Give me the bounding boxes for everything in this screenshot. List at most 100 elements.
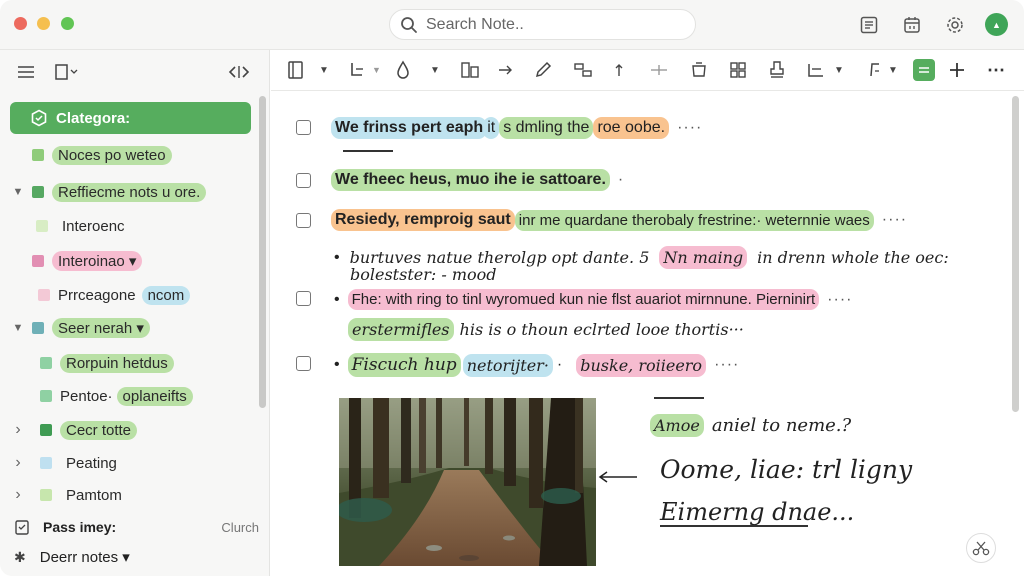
sidebar-item[interactable]: Rorpuin hetdus: [40, 351, 174, 375]
menu-icon[interactable]: [17, 60, 35, 84]
up-arrow-icon[interactable]: [613, 59, 625, 81]
arrow-right-icon[interactable]: [497, 59, 515, 81]
task-line[interactable]: Resiedy, remproig saut inr me quardane t…: [331, 209, 907, 231]
sidebar-item-label: Interoenc: [62, 217, 125, 235]
sidebar-item-label: Cecr totte: [60, 420, 138, 440]
task-checkbox[interactable]: [296, 356, 311, 371]
task-text: Resiedy, remproig saut: [331, 209, 515, 231]
task-line[interactable]: We fheec heus, muo ihe ie sattoare. ·: [331, 169, 624, 191]
chevron-right-icon[interactable]: ›: [12, 454, 24, 472]
close-window-button[interactable]: [14, 17, 27, 30]
deer-notes-row[interactable]: ✱ Deerr notes ▾: [14, 545, 130, 569]
calendar-icon[interactable]: [899, 12, 925, 38]
folder-color-icon: [32, 186, 44, 198]
pass-row[interactable]: Pass imey: Clurch: [14, 515, 259, 539]
title-bar: ▲: [0, 0, 1024, 50]
chevron-down-icon[interactable]: ▼: [430, 59, 440, 81]
task-checkbox[interactable]: [296, 120, 311, 135]
bullet-text: Fiscuch hup: [347, 353, 461, 377]
handwritten-note[interactable]: Eimerng dnae...: [660, 498, 854, 526]
sidebar-item[interactable]: Pentoe· oplaneifts: [40, 384, 193, 408]
handwritten-note[interactable]: Oome, liae: trl ligny: [660, 455, 912, 484]
chevron-down-icon[interactable]: ▼: [834, 59, 844, 81]
highlight-icon[interactable]: [913, 59, 935, 81]
bullet-item[interactable]: • Fhe: with ring to tinl wyromued kun ni…: [334, 289, 852, 310]
bullet-text: bolestster: - mood: [350, 265, 497, 284]
maximize-window-button[interactable]: [61, 17, 74, 30]
sidebar-item-tag: ncom: [141, 285, 191, 305]
bullet-text: erstermifles: [348, 318, 454, 341]
sidebar-item[interactable]: Noces po weteo: [32, 143, 172, 167]
task-line[interactable]: We frinss pert eaph it s dmling the roe …: [331, 117, 702, 139]
forest-path-image[interactable]: [339, 398, 596, 566]
chevron-right-icon[interactable]: ›: [12, 486, 24, 504]
sidebar-scrollbar[interactable]: [259, 96, 266, 408]
search-input[interactable]: [426, 15, 676, 34]
folder-color-icon: [32, 149, 44, 161]
indent-icon[interactable]: [348, 59, 366, 81]
folder-color-icon: [38, 289, 50, 301]
avatar[interactable]: ▲: [985, 13, 1008, 36]
link-blocks-icon[interactable]: [573, 59, 593, 81]
sidebar-item[interactable]: Interoinao ▾: [32, 249, 143, 273]
notes-list-icon[interactable]: [856, 12, 882, 38]
editor-toolbar: ▼ ▼ ▼ ▼ ▼ ⋯: [271, 50, 1024, 91]
task-text: roe oobe.: [593, 117, 670, 139]
sidebar-item[interactable]: Interoenc: [36, 214, 131, 238]
handwritten-text: Amoe: [650, 414, 704, 437]
handwritten-note[interactable]: Amoe aniel to neme.?: [650, 414, 851, 437]
chevron-down-icon[interactable]: ▼: [12, 186, 24, 198]
plus-icon[interactable]: [948, 59, 966, 81]
folder-color-icon: [40, 457, 52, 469]
deer-notes-label: Deerr notes ▾: [39, 549, 130, 566]
stamp-icon[interactable]: [768, 59, 786, 81]
sidebar-item-label: Pamtom: [66, 486, 122, 504]
gear-icon[interactable]: [942, 12, 968, 38]
pen-icon[interactable]: [534, 59, 552, 81]
scissors-icon[interactable]: [966, 533, 996, 563]
task-checkbox[interactable]: [296, 173, 311, 188]
more-options-icon[interactable]: ⋯: [987, 59, 1005, 81]
handwritten-text: aniel to neme.?: [711, 415, 852, 436]
sidebar-item[interactable]: › Cecr totte: [0, 418, 260, 442]
collapse-sidebar-icon[interactable]: [228, 60, 250, 84]
columns-icon[interactable]: [460, 59, 480, 81]
chevron-down-icon[interactable]: ▼: [12, 322, 24, 334]
search-bar[interactable]: [389, 9, 696, 40]
sidebar-item[interactable]: Prrceagone ncom: [38, 283, 191, 307]
sidebar-item-label: Prrceagone: [58, 286, 136, 304]
cup-icon[interactable]: [690, 59, 708, 81]
folder-color-icon: [40, 489, 52, 501]
ellipsis: ····: [881, 211, 908, 228]
sidebar-item[interactable]: › Peating: [0, 451, 260, 475]
chevron-down-icon[interactable]: ▼: [888, 59, 898, 81]
paragraph-style-icon[interactable]: [287, 59, 305, 81]
content-scrollbar[interactable]: [1012, 96, 1019, 412]
minimize-window-button[interactable]: [37, 17, 50, 30]
divider-icon[interactable]: [649, 59, 669, 81]
task-checkbox[interactable]: [296, 213, 311, 228]
new-note-dropdown-icon[interactable]: [55, 60, 79, 84]
sidebar-item[interactable]: ▼ Reffiecme nots u ore.: [0, 180, 260, 204]
format-icon[interactable]: [867, 59, 885, 81]
handwritten-text: Eimerng dnae...: [660, 498, 855, 526]
task-checkbox[interactable]: [296, 291, 311, 306]
sidebar-item-label: Noces po weteo: [52, 145, 172, 165]
chevron-right-icon[interactable]: ›: [12, 421, 24, 439]
bullet-item[interactable]: • Fiscuch hup netorijter· · buske, roiie…: [334, 353, 739, 377]
ellipsis: ····: [827, 290, 853, 308]
folder-color-icon: [36, 220, 48, 232]
underline-mark: [654, 397, 704, 399]
grid-icon[interactable]: [729, 59, 747, 81]
bullet-text: in drenn whole the oec:: [757, 248, 949, 267]
chevron-down-icon[interactable]: ▼: [372, 59, 381, 81]
bullet-dot: •: [334, 290, 340, 308]
sidebar-item[interactable]: ▼ Seer nerah ▾: [0, 316, 260, 340]
align-icon[interactable]: [806, 59, 826, 81]
chevron-down-icon[interactable]: ▼: [319, 59, 329, 81]
bullet-text: Nn maing: [659, 246, 748, 269]
sidebar-item-label: Reffiecme nots u ore.: [52, 182, 207, 202]
category-button[interactable]: Clategora:: [10, 102, 251, 134]
sidebar-item[interactable]: › Pamtom: [0, 483, 260, 507]
ink-drop-icon[interactable]: [395, 59, 411, 81]
